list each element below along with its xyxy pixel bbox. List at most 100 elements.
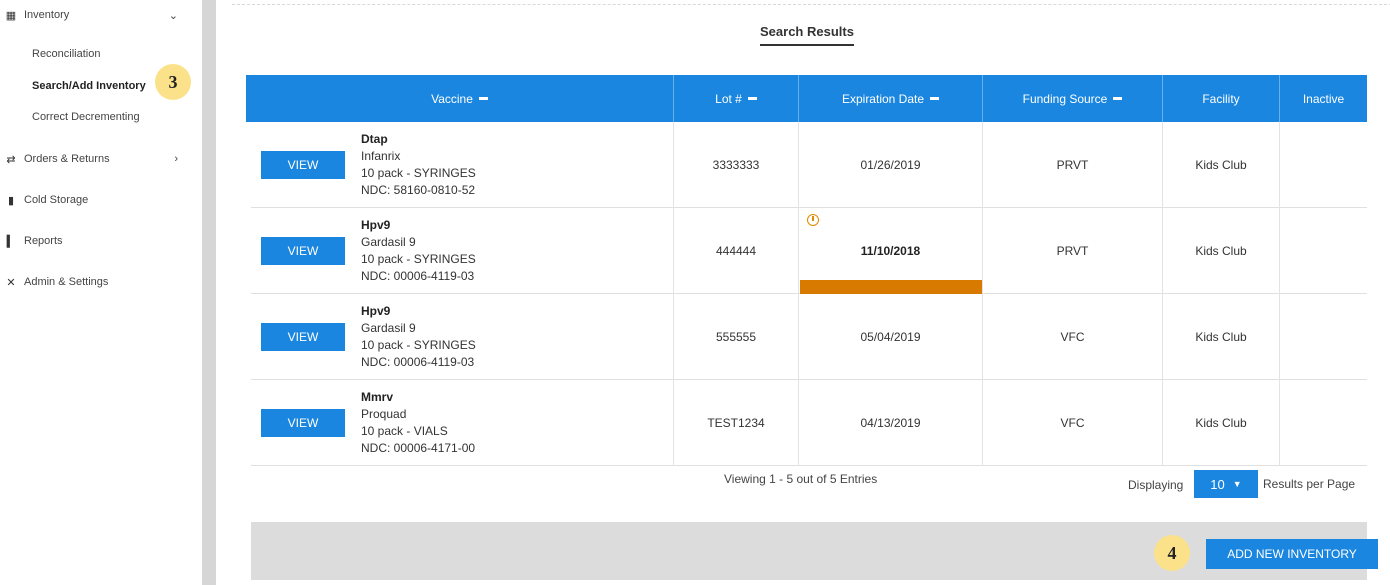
nav-item-inventory[interactable]: ▦ Inventory ⌄ — [0, 2, 200, 28]
view-button[interactable]: VIEW — [261, 237, 345, 265]
column-header-facility[interactable]: Facility — [1163, 75, 1280, 122]
vaccine-name: Dtap — [361, 132, 388, 146]
column-label: Lot # — [715, 91, 742, 106]
nav-item-label: Inventory — [24, 9, 70, 21]
column-header-expiration-date[interactable]: Expiration Date — [799, 75, 983, 122]
expiration-cell: 04/13/2019 — [799, 380, 983, 466]
page: ▦ Inventory ⌄ Reconciliation Search/Add … — [0, 0, 1390, 585]
funding-cell: VFC — [983, 294, 1163, 380]
expiration-cell: 11/10/2018 — [799, 208, 983, 294]
expiration-cell: 01/26/2019 — [799, 122, 983, 208]
page-title: Search Results — [760, 24, 854, 46]
page-size-select[interactable]: 10 ▼ — [1194, 470, 1258, 498]
subnav-correct-decrementing[interactable]: Correct Decrementing — [32, 111, 140, 123]
table-row: VIEW Dtap Infanrix 10 pack - SYRINGES ND… — [251, 122, 1367, 208]
lot-cell: 555555 — [674, 294, 799, 380]
lot-cell: 3333333 — [674, 122, 799, 208]
column-label: Facility — [1202, 91, 1240, 106]
vaccine-ndc: NDC: 00006-4119-03 — [361, 269, 475, 283]
nav-item-orders-returns[interactable]: ⇄ Orders & Returns › — [0, 146, 200, 172]
expiring-warning-bar — [800, 280, 982, 294]
vaccine-brand: Gardasil 9 — [361, 321, 416, 335]
vaccine-info: Hpv9 Gardasil 9 10 pack - SYRINGES NDC: … — [361, 217, 476, 285]
inactive-cell — [1280, 208, 1367, 294]
chevron-down-icon: ▼ — [1232, 479, 1242, 489]
vaccine-pack: 10 pack - SYRINGES — [361, 166, 476, 180]
page-size-value: 10 — [1210, 476, 1225, 492]
nav-item-cold-storage[interactable]: ▮ Cold Storage — [0, 187, 200, 213]
table-header: Vaccine Lot # Expiration Date Funding So… — [246, 75, 1367, 122]
nav-item-reports[interactable]: ▍ Reports — [0, 228, 200, 254]
vaccine-cell: VIEW Mmrv Proquad 10 pack - VIALS NDC: 0… — [251, 380, 674, 466]
collapse-icon[interactable] — [478, 97, 488, 100]
table-row: VIEW Hpv9 Gardasil 9 10 pack - SYRINGES … — [251, 208, 1367, 294]
view-button[interactable]: VIEW — [261, 151, 345, 179]
vaccine-pack: 10 pack - SYRINGES — [361, 252, 476, 266]
step-badge-3: 3 — [155, 64, 191, 100]
sidebar: ▦ Inventory ⌄ Reconciliation Search/Add … — [0, 0, 202, 585]
column-label: Inactive — [1302, 91, 1345, 106]
view-button[interactable]: VIEW — [261, 409, 345, 437]
add-new-inventory-button[interactable]: ADD NEW INVENTORY — [1206, 539, 1378, 569]
table-row: VIEW Mmrv Proquad 10 pack - VIALS NDC: 0… — [251, 380, 1367, 466]
inventory-icon: ▦ — [5, 9, 17, 22]
thermometer-icon: ▮ — [7, 194, 15, 207]
column-label: Vaccine — [431, 91, 473, 106]
vaccine-name: Hpv9 — [361, 218, 391, 232]
clock-icon — [807, 214, 819, 226]
funding-cell: PRVT — [983, 122, 1163, 208]
nav-item-label: Reports — [24, 235, 63, 247]
nav-item-label: Admin & Settings — [24, 276, 109, 288]
sidebar-divider — [202, 0, 216, 585]
vaccine-cell: VIEW Dtap Infanrix 10 pack - SYRINGES ND… — [251, 122, 674, 208]
tools-icon: ✕ — [6, 276, 16, 289]
collapse-icon[interactable] — [930, 97, 940, 100]
nav-item-label: Orders & Returns — [24, 153, 110, 165]
column-label: Expiration Date — [841, 91, 925, 106]
vaccine-info: Dtap Infanrix 10 pack - SYRINGES NDC: 58… — [361, 131, 476, 199]
displaying-label: Displaying — [1128, 478, 1184, 492]
vaccine-name: Hpv9 — [361, 304, 391, 318]
subnav-search-add-inventory[interactable]: Search/Add Inventory — [32, 80, 146, 92]
results-per-page-label: Results per Page — [1263, 477, 1356, 491]
vaccine-pack: 10 pack - SYRINGES — [361, 338, 476, 352]
divider — [232, 4, 1390, 5]
nav-item-admin-settings[interactable]: ✕ Admin & Settings — [0, 269, 200, 295]
column-header-inactive[interactable]: Inactive — [1280, 75, 1367, 122]
inactive-cell — [1280, 294, 1367, 380]
column-header-funding-source[interactable]: Funding Source — [983, 75, 1163, 122]
expiration-cell: 05/04/2019 — [799, 294, 983, 380]
nav-item-label: Cold Storage — [24, 194, 89, 206]
step-badge-4: 4 — [1154, 535, 1190, 571]
vaccine-name: Mmrv — [361, 390, 394, 404]
inactive-cell — [1280, 380, 1367, 466]
expiration-date: 11/10/2018 — [860, 244, 921, 258]
chevron-right-icon[interactable]: › — [174, 153, 178, 165]
view-button[interactable]: VIEW — [261, 323, 345, 351]
vaccine-brand: Gardasil 9 — [361, 235, 416, 249]
vaccine-info: Mmrv Proquad 10 pack - VIALS NDC: 00006-… — [361, 389, 475, 457]
facility-cell: Kids Club — [1163, 122, 1280, 208]
vaccine-brand: Proquad — [361, 407, 407, 421]
column-header-lot[interactable]: Lot # — [674, 75, 799, 122]
vaccine-cell: VIEW Hpv9 Gardasil 9 10 pack - SYRINGES … — [251, 294, 674, 380]
action-bar — [251, 522, 1367, 580]
inactive-cell — [1280, 122, 1367, 208]
lot-cell: 444444 — [674, 208, 799, 294]
facility-cell: Kids Club — [1163, 208, 1280, 294]
collapse-icon[interactable] — [747, 97, 757, 100]
lot-cell: TEST1234 — [674, 380, 799, 466]
funding-cell: VFC — [983, 380, 1163, 466]
vaccine-ndc: NDC: 00006-4119-03 — [361, 355, 475, 369]
vaccine-pack: 10 pack - VIALS — [361, 424, 448, 438]
collapse-icon[interactable] — [1113, 97, 1123, 100]
subnav-reconciliation[interactable]: Reconciliation — [32, 48, 100, 60]
results-panel: Vaccine Lot # Expiration Date Funding So… — [246, 75, 1367, 580]
vaccine-ndc: NDC: 00006-4171-00 — [361, 441, 476, 455]
funding-cell: PRVT — [983, 208, 1163, 294]
column-header-vaccine[interactable]: Vaccine — [246, 75, 674, 122]
vaccine-info: Hpv9 Gardasil 9 10 pack - SYRINGES NDC: … — [361, 303, 476, 371]
facility-cell: Kids Club — [1163, 294, 1280, 380]
chevron-down-icon[interactable]: ⌄ — [169, 9, 178, 22]
vaccine-cell: VIEW Hpv9 Gardasil 9 10 pack - SYRINGES … — [251, 208, 674, 294]
